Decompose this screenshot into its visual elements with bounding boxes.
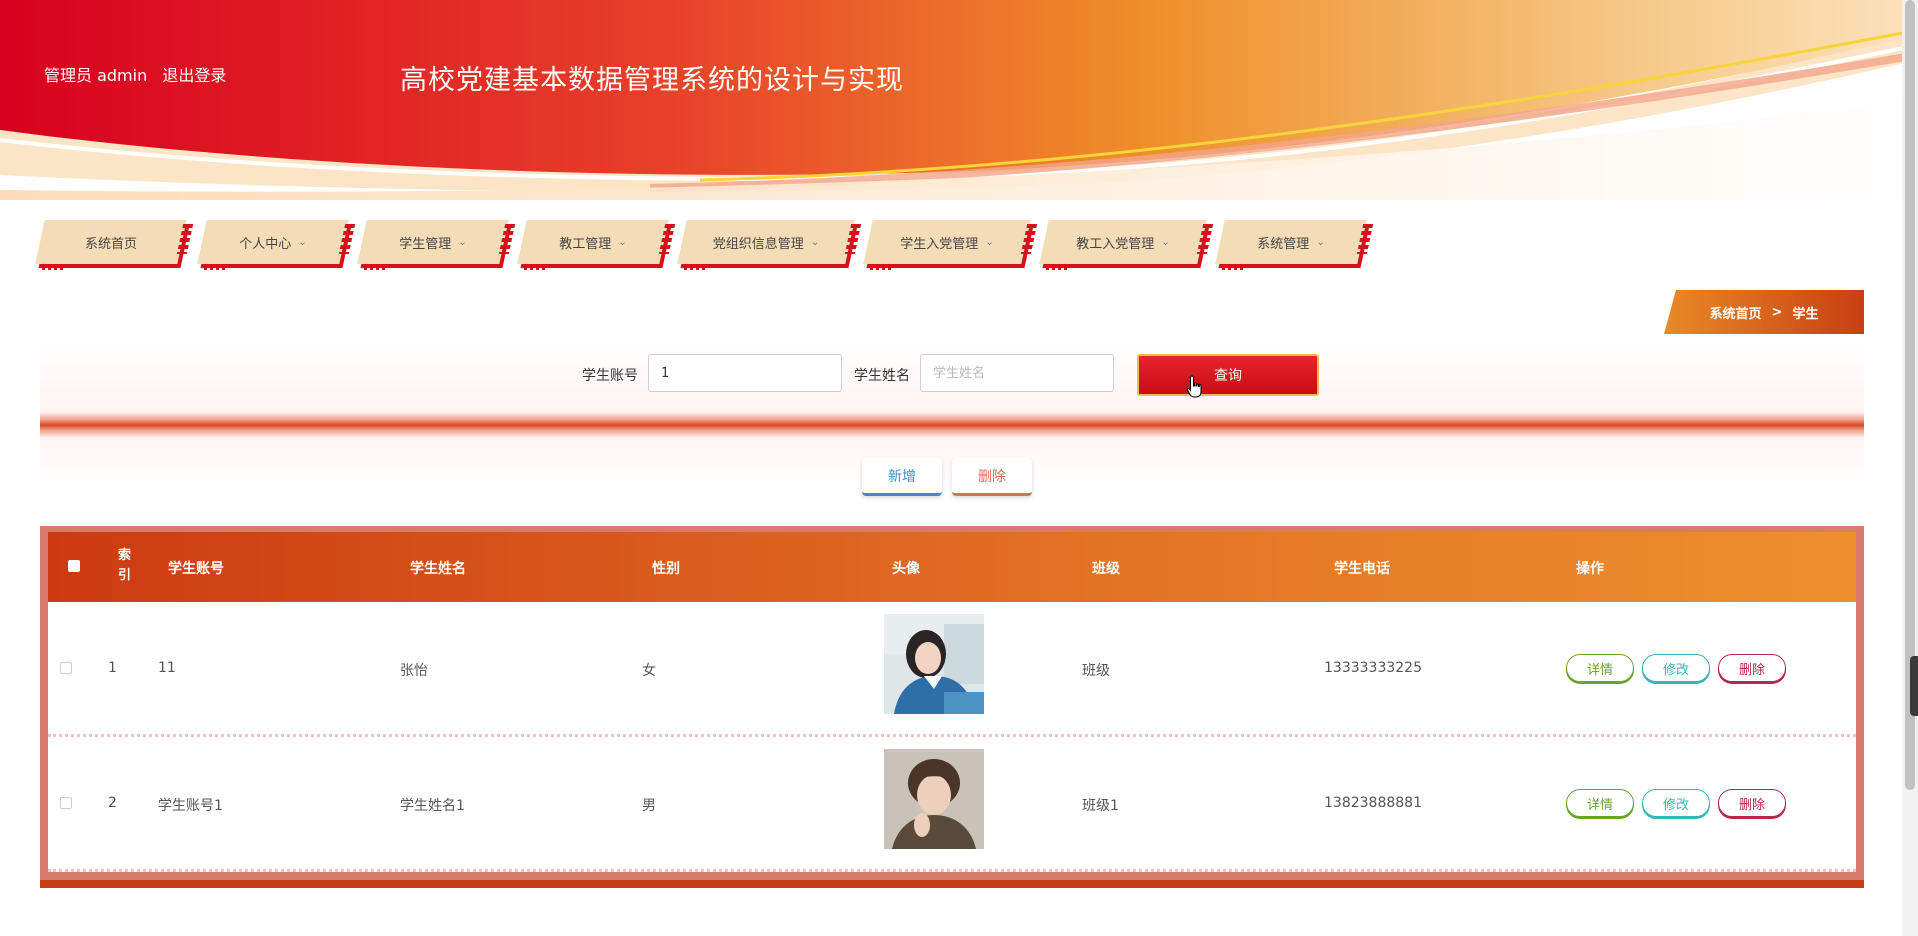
cell-name: 学生姓名1 bbox=[400, 798, 465, 814]
site-title: 高校党建基本数据管理系统的设计与实现 bbox=[400, 65, 904, 96]
nav-item-student-management[interactable]: 学生管理 ⌄ bbox=[357, 220, 516, 270]
query-button-label: 查询 bbox=[1214, 368, 1242, 384]
batch-delete-button-label: 删除 bbox=[978, 468, 1006, 485]
nav-item-label: 个人中心 bbox=[239, 236, 292, 252]
row-checkbox[interactable] bbox=[60, 662, 72, 674]
account-input[interactable] bbox=[648, 354, 842, 392]
add-button-label: 新增 bbox=[888, 468, 916, 485]
page-scrollbar[interactable] bbox=[1902, 0, 1918, 936]
cell-index: 1 bbox=[108, 660, 117, 676]
name-label: 学生姓名 bbox=[854, 368, 910, 384]
delete-button[interactable]: 删除 bbox=[1718, 654, 1786, 682]
user-label: 管理员 admin bbox=[44, 66, 148, 85]
nav-item-system-management[interactable]: 系统管理 ⌄ bbox=[1215, 220, 1374, 270]
cell-gender: 男 bbox=[642, 798, 656, 814]
cell-account: 11 bbox=[158, 660, 176, 676]
breadcrumb: 系统首页 > 学生 bbox=[1664, 290, 1864, 334]
account-label: 学生账号 bbox=[582, 368, 638, 384]
detail-button[interactable]: 详情 bbox=[1566, 654, 1634, 682]
edit-button[interactable]: 修改 bbox=[1642, 654, 1710, 682]
chevron-down-icon: ⌄ bbox=[458, 236, 467, 248]
banner-background bbox=[0, 0, 1918, 200]
cell-class: 班级 bbox=[1082, 663, 1110, 679]
cell-phone: 13333333225 bbox=[1324, 660, 1422, 676]
cell-account: 学生账号1 bbox=[158, 798, 223, 814]
nav-item-party-org-management[interactable]: 党组织信息管理 ⌄ bbox=[677, 220, 862, 270]
side-floating-tab[interactable] bbox=[1910, 656, 1918, 716]
chevron-down-icon: ⌄ bbox=[810, 236, 820, 248]
batch-delete-button[interactable]: 删除 bbox=[952, 458, 1032, 496]
nav-item-label: 党组织信息管理 bbox=[712, 236, 804, 252]
user-area: 管理员 admin 退出登录 bbox=[44, 62, 236, 86]
header-account: 学生账号 bbox=[168, 561, 224, 577]
cell-name: 张怡 bbox=[400, 663, 428, 679]
nav-item-label: 学生入党管理 bbox=[900, 236, 979, 252]
nav-item-label: 系统首页 bbox=[84, 236, 137, 252]
header-class: 班级 bbox=[1092, 561, 1120, 577]
nav-item-label: 教工管理 bbox=[559, 236, 612, 252]
cell-index: 2 bbox=[108, 795, 117, 811]
nav-item-label: 教工入党管理 bbox=[1076, 236, 1155, 252]
nav-item-home[interactable]: 系统首页 bbox=[35, 220, 194, 270]
select-all-checkbox[interactable] bbox=[68, 560, 80, 572]
nav-item-personal-center[interactable]: 个人中心 ⌄ bbox=[197, 220, 356, 270]
cell-phone: 13823888881 bbox=[1324, 795, 1422, 811]
header-gender: 性别 bbox=[652, 561, 680, 577]
delete-button[interactable]: 删除 bbox=[1718, 789, 1786, 817]
divider-red-line bbox=[40, 412, 1864, 438]
table-header: 索引 学生账号 学生姓名 性别 头像 班级 学生电话 操作 bbox=[48, 532, 1856, 602]
nav-item-label: 学生管理 bbox=[399, 236, 452, 252]
row-checkbox[interactable] bbox=[60, 797, 72, 809]
query-button[interactable]: 查询 bbox=[1137, 354, 1319, 396]
add-button[interactable]: 新增 bbox=[862, 458, 942, 496]
avatar bbox=[884, 614, 984, 714]
table-row: 2 学生账号1 学生姓名1 男 班级1 13823888881 详情 修改 删除 bbox=[48, 737, 1856, 872]
chevron-down-icon: ⌄ bbox=[1316, 236, 1325, 248]
nav-item-student-party-join[interactable]: 学生入党管理 ⌄ bbox=[863, 220, 1038, 270]
header-avatar: 头像 bbox=[892, 561, 920, 577]
table-bottom-border bbox=[40, 880, 1864, 888]
header-phone: 学生电话 bbox=[1334, 561, 1390, 577]
chevron-down-icon: ⌄ bbox=[298, 236, 307, 248]
header-banner: 管理员 admin 退出登录 高校党建基本数据管理系统的设计与实现 bbox=[0, 0, 1918, 200]
avatar bbox=[884, 749, 984, 849]
nav-item-staff-management[interactable]: 教工管理 ⌄ bbox=[517, 220, 676, 270]
breadcrumb-current: 学生 bbox=[1792, 306, 1819, 322]
logout-link[interactable]: 退出登录 bbox=[162, 66, 226, 85]
header-index: 索引 bbox=[118, 548, 132, 583]
chevron-down-icon: ⌄ bbox=[1161, 236, 1170, 248]
nav-item-label: 系统管理 bbox=[1257, 236, 1310, 252]
name-input[interactable] bbox=[920, 354, 1114, 392]
breadcrumb-home[interactable]: 系统首页 bbox=[1710, 303, 1762, 322]
hand-cursor-icon bbox=[1186, 375, 1202, 398]
edit-button[interactable]: 修改 bbox=[1642, 789, 1710, 817]
detail-button[interactable]: 详情 bbox=[1566, 789, 1634, 817]
chevron-down-icon: ⌄ bbox=[985, 236, 994, 248]
breadcrumb-separator: > bbox=[1771, 304, 1783, 320]
cell-gender: 女 bbox=[642, 663, 656, 679]
student-table: 索引 学生账号 学生姓名 性别 头像 班级 学生电话 操作 1 11 张怡 女 bbox=[40, 526, 1864, 888]
header-ops: 操作 bbox=[1576, 561, 1604, 577]
header-name: 学生姓名 bbox=[410, 561, 466, 577]
chevron-down-icon: ⌄ bbox=[618, 236, 627, 248]
cell-class: 班级1 bbox=[1082, 798, 1119, 814]
table-row: 1 11 张怡 女 班级 13333333225 详情 修改 删除 bbox=[48, 602, 1856, 737]
nav-item-staff-party-join[interactable]: 教工入党管理 ⌄ bbox=[1039, 220, 1214, 270]
